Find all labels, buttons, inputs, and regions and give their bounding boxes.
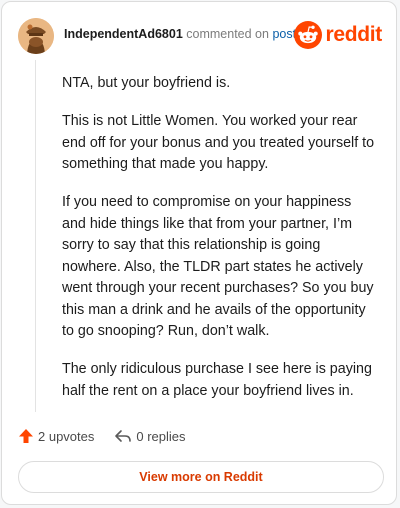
comment-body: NTA, but your boyfriend is. This is not … (62, 73, 378, 419)
thread-line (35, 60, 36, 412)
upvote-count: 2 upvotes (38, 428, 95, 444)
comment-header: IndependentAd6801 commented on post redd… (18, 18, 382, 54)
view-more-button[interactable]: View more on Reddit (18, 461, 384, 493)
comment-meta: IndependentAd6801 commented on post (64, 27, 296, 41)
comment-paragraph: If you need to compromise on your happin… (62, 194, 374, 339)
avatar-snoo-icon (18, 18, 54, 54)
reddit-logo[interactable]: reddit (294, 21, 382, 49)
comment-paragraph: NTA, but your boyfriend is. (62, 75, 231, 91)
reply-count: 0 replies (136, 428, 186, 444)
comment-actions: 2 upvotes 0 replies (18, 428, 186, 444)
reply-arrow-icon (115, 430, 132, 442)
commented-on-text: commented on (186, 27, 269, 41)
upvote-arrow-icon (19, 429, 33, 443)
reddit-snoo-icon (294, 21, 323, 49)
reply-button[interactable]: 0 replies (114, 428, 186, 444)
post-link[interactable]: post (272, 27, 296, 41)
comment-paragraph: This is not Little Women. You worked you… (62, 113, 375, 172)
reddit-wordmark: reddit (325, 23, 382, 46)
upvote-button[interactable]: 2 upvotes (18, 428, 94, 444)
user-avatar[interactable] (18, 18, 54, 54)
comment-paragraph: The only ridiculous purchase I see here … (62, 361, 372, 399)
comment-card: IndependentAd6801 commented on post redd… (1, 1, 397, 505)
username-link[interactable]: IndependentAd6801 (64, 27, 183, 41)
